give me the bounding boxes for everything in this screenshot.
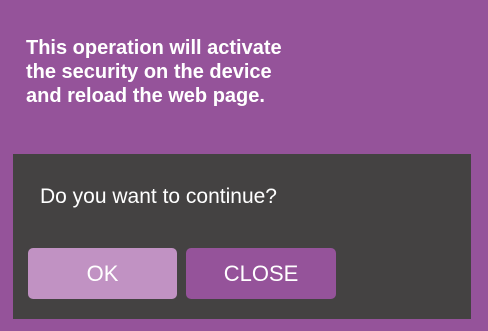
dialog-message: This operation will activate the securit… [26, 36, 466, 108]
dialog-message-line-3: and reload the web page. [26, 85, 265, 107]
dialog-prompt: Do you want to continue? [40, 185, 277, 208]
close-button[interactable]: CLOSE [186, 248, 336, 299]
dialog-action-panel: Do you want to continue? OK CLOSE [13, 154, 471, 319]
ok-button[interactable]: OK [28, 248, 177, 299]
dialog-message-line-2: the security on the device [26, 61, 272, 83]
dialog-message-line-1: This operation will activate [26, 37, 282, 59]
confirm-dialog: This operation will activate the securit… [0, 0, 488, 331]
